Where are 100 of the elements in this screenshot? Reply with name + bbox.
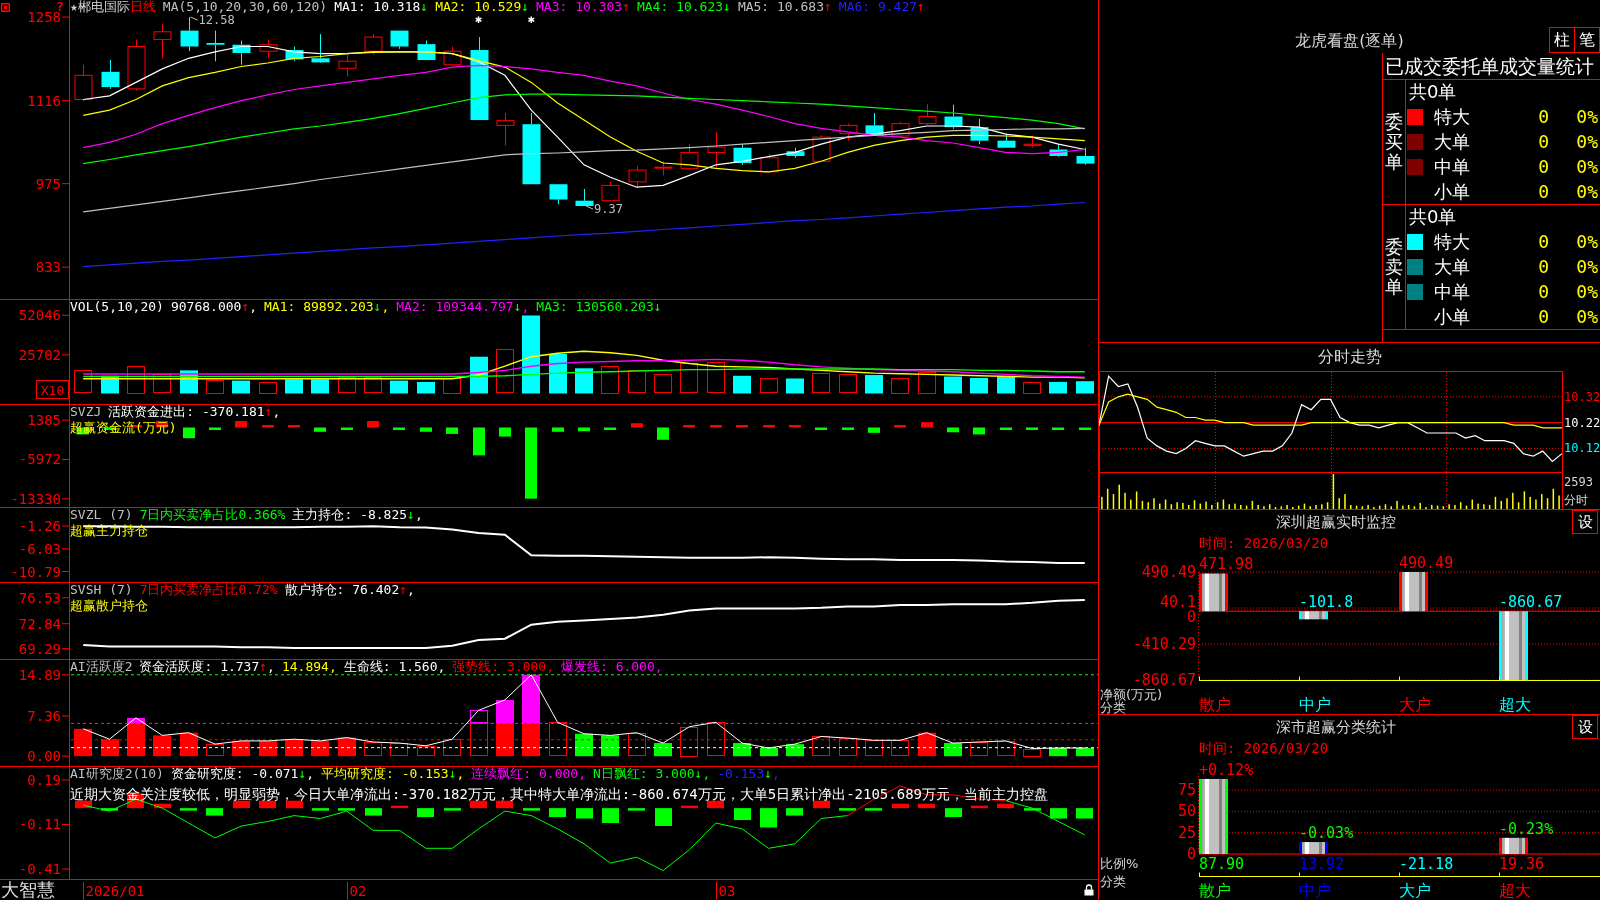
axis-label: 10.32 [1564,389,1600,404]
legend-item: SVZL (7) [70,507,133,523]
section-title: 深市超赢分类统计 [1274,717,1397,737]
axis-label: 10.22 [1564,415,1600,430]
axis-title: 比例% [1100,855,1139,871]
ratio-bar [1499,837,1528,854]
net-amount-bar [1199,573,1228,612]
change-label: -0.03% [1299,824,1354,843]
legend-item: SVSH (7) [70,582,133,598]
order-size-label: 中单 [1434,280,1471,303]
value-label: 19.36 [1499,855,1545,873]
legend-item: 强势线: 3.000, [452,659,554,675]
axis-label: -410.29 [1132,635,1196,653]
legend-item: 散户持仓: 76.402↑, [284,582,415,598]
legend-item: 7日内买卖净占比0.72% [139,582,278,598]
settings-button[interactable]: 设 [1572,510,1598,534]
axis-label: 1116 [27,92,61,109]
value-label: -860.67 [1499,593,1563,612]
timestamp: 时间: 2026/03/20 [1199,739,1329,757]
axis-label: -10.79 [10,563,61,580]
order-share: 0% [1575,256,1598,278]
order-count: 0 [1537,155,1549,178]
legend-item: N日飘红: 3.000↓, [593,766,711,782]
order-size-label: 小单 [1434,180,1471,203]
legend-item: MA2: 10.529↓ [435,0,530,15]
ratio-bar [1299,842,1328,854]
lock-icon[interactable] [1084,884,1094,896]
order-size-label: 特大 [1434,106,1471,129]
value-label: -101.8 [1299,593,1354,612]
legend-item: 资金活跃度: 1.737↑, [139,659,275,675]
change-label: +0.12% [1199,760,1254,779]
order-share: 0% [1575,231,1598,254]
category-label: 中户 [1299,694,1331,714]
legend-item: AI研究度2(10) [70,766,164,782]
order-count: 0 [1537,131,1549,153]
order-size-label: 大单 [1434,131,1471,153]
axis-label: 69.29 [18,640,61,657]
order-size-label: 特大 [1434,231,1471,254]
net-amount-bar [1499,611,1528,680]
value-label: 13.92 [1299,855,1345,873]
category-label: 超大 [1499,880,1531,900]
date-label: 03 [718,883,736,899]
legend-item: 资金研究度: -0.071↓, [170,766,315,782]
square-icon[interactable] [1,3,10,12]
axis-label: 75 [1177,781,1196,800]
legend-item: -0.153↓, [717,766,780,782]
category-label: 散户 [1199,880,1231,900]
order-count: 0 [1537,180,1549,203]
axis-label: 490.49 [1141,563,1196,581]
legend-item: 爆发线: 6.000, [561,659,663,675]
legend-item: 活跃资金进出: -370.181↑, [108,404,281,420]
star-icon: ★ [70,0,78,15]
stock-name: 郴电国际 [77,0,130,15]
axis-label: 76.53 [18,589,61,606]
indicator-subtitle: 超赢散户持仓 [70,598,148,614]
axis-label: -1.26 [18,518,61,534]
legend-item: MA1: 89892.203↓, [264,299,390,315]
value-label: -21.18 [1399,855,1454,873]
legend-item: 主力持仓: -8.825↓, [292,507,423,523]
change-label: -0.23% [1499,819,1554,838]
chart-period[interactable]: 日线 [129,0,156,15]
legend-item: 14.894, [281,659,337,675]
order-share: 0% [1575,106,1598,129]
axis-label: -6.03 [18,540,61,557]
axis-label: 0 [1186,608,1196,627]
category-label: 散户 [1199,694,1231,714]
axis-label: 72.84 [18,615,61,632]
category-label: 中户 [1299,880,1331,900]
order-share: 0% [1575,280,1598,303]
settings-button[interactable]: 设 [1572,715,1598,739]
date-label: 02 [349,883,367,899]
view-button[interactable]: 柱 [1549,27,1575,53]
category-label: 超大 [1499,694,1531,714]
order-share: 0% [1575,131,1598,153]
view-button[interactable]: 笔 [1574,27,1600,53]
axis-label: 7.36 [27,707,61,724]
legend-item: VOL(5,10,20) [70,299,164,315]
legend-item: MA2: 109344.797↓, [396,299,530,315]
date-label: 2026/01 [85,883,145,899]
legend-item: MA1: 10.318↓ [334,0,429,15]
legend-item: MA5: 10.683↑ [737,0,832,15]
order-count: 0 [1537,256,1549,278]
order-count: 0 [1537,280,1549,303]
axis-label: 25 [1177,823,1196,842]
legend-item: MA4: 10.623↓ [636,0,731,15]
order-share: 0% [1575,180,1598,203]
timestamp: 时间: 2026/03/20 [1199,534,1329,552]
side-label: 委卖单 [1385,237,1403,297]
order-count: 0 [1537,305,1549,328]
axis-label: 10.12 [1564,441,1600,456]
legend-item: 90768.000↑, [170,299,258,315]
section-title: 深圳超赢实时监控 [1274,512,1397,532]
axis-label: 50 [1177,802,1196,821]
category-label: 大户 [1399,880,1431,900]
axis-title: 分类 [1100,873,1126,889]
order-total: 共0单 [1409,206,1457,229]
value-label: 490.49 [1399,554,1454,572]
net-amount-bar [1399,572,1428,612]
value-label: 471.98 [1199,555,1254,574]
order-share: 0% [1575,155,1598,178]
